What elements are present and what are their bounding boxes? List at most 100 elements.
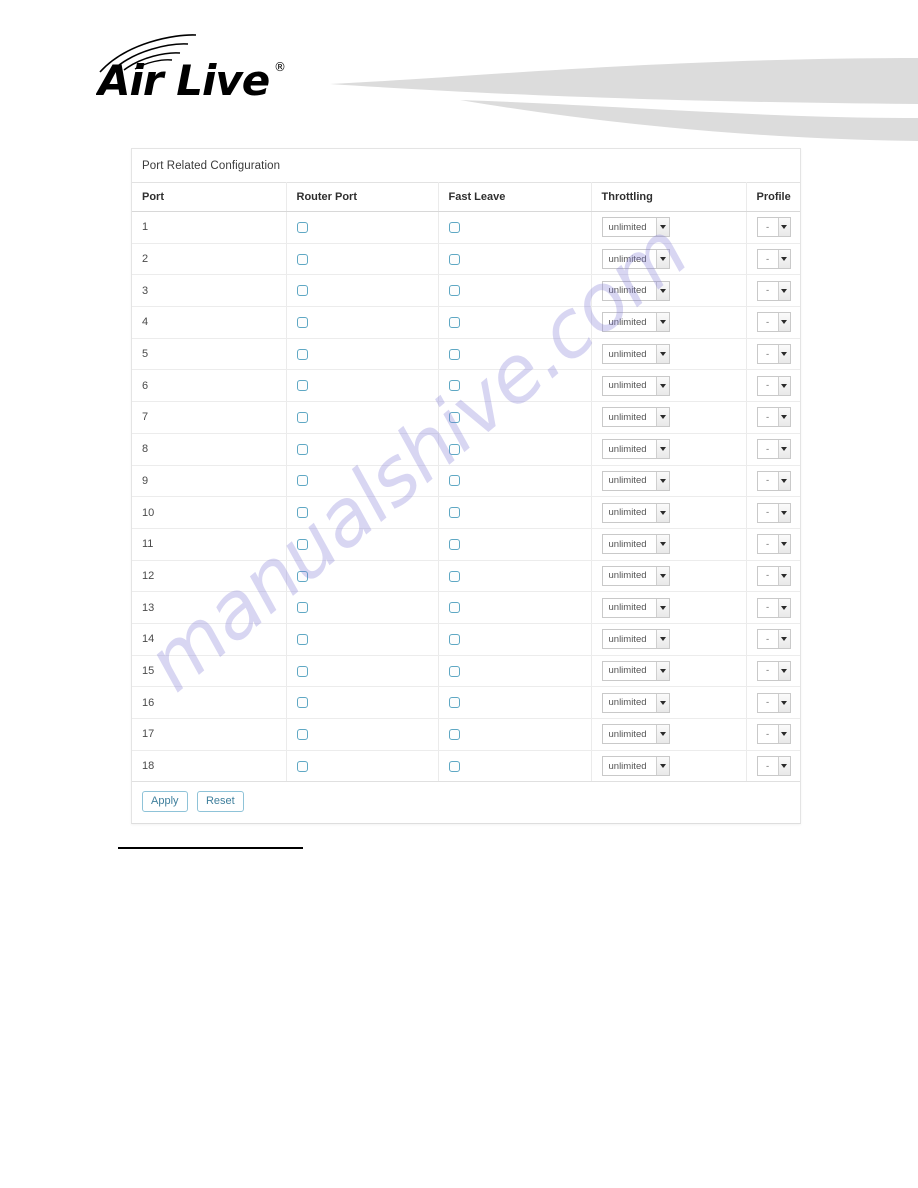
- fast-leave-checkbox[interactable]: [448, 697, 460, 709]
- chevron-down-icon[interactable]: [777, 440, 790, 459]
- router-port-checkbox[interactable]: [296, 538, 308, 550]
- chevron-down-icon[interactable]: [655, 408, 669, 427]
- chevron-down-icon[interactable]: [655, 598, 669, 617]
- throttling-select[interactable]: unlimited: [601, 502, 670, 523]
- chevron-down-icon[interactable]: [777, 218, 790, 237]
- fast-leave-checkbox[interactable]: [448, 475, 460, 487]
- throttling-select[interactable]: unlimited: [601, 756, 670, 777]
- fast-leave-checkbox[interactable]: [448, 253, 460, 265]
- chevron-down-icon[interactable]: [777, 757, 790, 776]
- profile-select[interactable]: -: [756, 344, 791, 365]
- chevron-down-icon[interactable]: [655, 471, 669, 490]
- chevron-down-icon[interactable]: [777, 693, 790, 712]
- router-port-checkbox[interactable]: [296, 253, 308, 265]
- chevron-down-icon[interactable]: [777, 725, 790, 744]
- profile-select[interactable]: -: [756, 724, 791, 745]
- chevron-down-icon[interactable]: [777, 345, 790, 364]
- router-port-checkbox[interactable]: [296, 348, 308, 360]
- fast-leave-checkbox[interactable]: [448, 538, 460, 550]
- profile-select[interactable]: -: [756, 565, 791, 586]
- throttling-select[interactable]: unlimited: [601, 439, 670, 460]
- throttling-select[interactable]: unlimited: [601, 280, 670, 301]
- chevron-down-icon[interactable]: [655, 566, 669, 585]
- router-port-checkbox[interactable]: [296, 221, 308, 233]
- fast-leave-checkbox[interactable]: [448, 602, 460, 614]
- throttling-select[interactable]: unlimited: [601, 249, 670, 270]
- fast-leave-checkbox[interactable]: [448, 221, 460, 233]
- throttling-select[interactable]: unlimited: [601, 692, 670, 713]
- router-port-checkbox[interactable]: [296, 443, 308, 455]
- router-port-checkbox[interactable]: [296, 633, 308, 645]
- profile-select[interactable]: -: [756, 470, 791, 491]
- fast-leave-checkbox[interactable]: [448, 728, 460, 740]
- chevron-down-icon[interactable]: [777, 250, 790, 269]
- throttling-select[interactable]: unlimited: [601, 724, 670, 745]
- fast-leave-checkbox[interactable]: [448, 443, 460, 455]
- chevron-down-icon[interactable]: [655, 661, 669, 680]
- chevron-down-icon[interactable]: [777, 313, 790, 332]
- chevron-down-icon[interactable]: [655, 376, 669, 395]
- chevron-down-icon[interactable]: [655, 218, 669, 237]
- profile-select[interactable]: -: [756, 660, 791, 681]
- reset-button[interactable]: Reset: [196, 791, 244, 813]
- chevron-down-icon[interactable]: [655, 757, 669, 776]
- router-port-checkbox[interactable]: [296, 760, 308, 772]
- chevron-down-icon[interactable]: [777, 376, 790, 395]
- router-port-checkbox[interactable]: [296, 728, 308, 740]
- chevron-down-icon[interactable]: [655, 725, 669, 744]
- chevron-down-icon[interactable]: [655, 250, 669, 269]
- profile-select[interactable]: -: [756, 217, 791, 238]
- profile-select[interactable]: -: [756, 312, 791, 333]
- chevron-down-icon[interactable]: [655, 313, 669, 332]
- throttling-select[interactable]: unlimited: [601, 312, 670, 333]
- throttling-select[interactable]: unlimited: [601, 629, 670, 650]
- profile-select[interactable]: -: [756, 249, 791, 270]
- profile-select[interactable]: -: [756, 534, 791, 555]
- chevron-down-icon[interactable]: [655, 503, 669, 522]
- router-port-checkbox[interactable]: [296, 570, 308, 582]
- fast-leave-checkbox[interactable]: [448, 348, 460, 360]
- chevron-down-icon[interactable]: [777, 471, 790, 490]
- router-port-checkbox[interactable]: [296, 285, 308, 297]
- chevron-down-icon[interactable]: [655, 693, 669, 712]
- fast-leave-checkbox[interactable]: [448, 665, 460, 677]
- chevron-down-icon[interactable]: [655, 281, 669, 300]
- profile-select[interactable]: -: [756, 597, 791, 618]
- router-port-checkbox[interactable]: [296, 665, 308, 677]
- router-port-checkbox[interactable]: [296, 697, 308, 709]
- fast-leave-checkbox[interactable]: [448, 633, 460, 645]
- chevron-down-icon[interactable]: [655, 440, 669, 459]
- profile-select[interactable]: -: [756, 756, 791, 777]
- fast-leave-checkbox[interactable]: [448, 760, 460, 772]
- profile-select[interactable]: -: [756, 692, 791, 713]
- fast-leave-checkbox[interactable]: [448, 317, 460, 328]
- throttling-select[interactable]: unlimited: [601, 470, 670, 491]
- throttling-select[interactable]: unlimited: [601, 565, 670, 586]
- profile-select[interactable]: -: [756, 629, 791, 650]
- fast-leave-checkbox[interactable]: [448, 570, 460, 582]
- router-port-checkbox[interactable]: [296, 475, 308, 487]
- fast-leave-checkbox[interactable]: [448, 380, 460, 392]
- chevron-down-icon[interactable]: [777, 598, 790, 617]
- profile-select[interactable]: -: [756, 407, 791, 428]
- router-port-checkbox[interactable]: [296, 380, 308, 392]
- chevron-down-icon[interactable]: [777, 661, 790, 680]
- chevron-down-icon[interactable]: [777, 503, 790, 522]
- fast-leave-checkbox[interactable]: [448, 285, 460, 297]
- apply-button[interactable]: Apply: [142, 791, 188, 813]
- router-port-checkbox[interactable]: [296, 507, 308, 519]
- throttling-select[interactable]: unlimited: [601, 344, 670, 365]
- chevron-down-icon[interactable]: [777, 281, 790, 300]
- profile-select[interactable]: -: [756, 502, 791, 523]
- throttling-select[interactable]: unlimited: [601, 660, 670, 681]
- fast-leave-checkbox[interactable]: [448, 507, 460, 519]
- chevron-down-icon[interactable]: [655, 345, 669, 364]
- router-port-checkbox[interactable]: [296, 317, 308, 328]
- router-port-checkbox[interactable]: [296, 602, 308, 614]
- throttling-select[interactable]: unlimited: [601, 407, 670, 428]
- throttling-select[interactable]: unlimited: [601, 217, 670, 238]
- fast-leave-checkbox[interactable]: [448, 412, 460, 424]
- chevron-down-icon[interactable]: [655, 630, 669, 649]
- chevron-down-icon[interactable]: [655, 535, 669, 554]
- profile-select[interactable]: -: [756, 439, 791, 460]
